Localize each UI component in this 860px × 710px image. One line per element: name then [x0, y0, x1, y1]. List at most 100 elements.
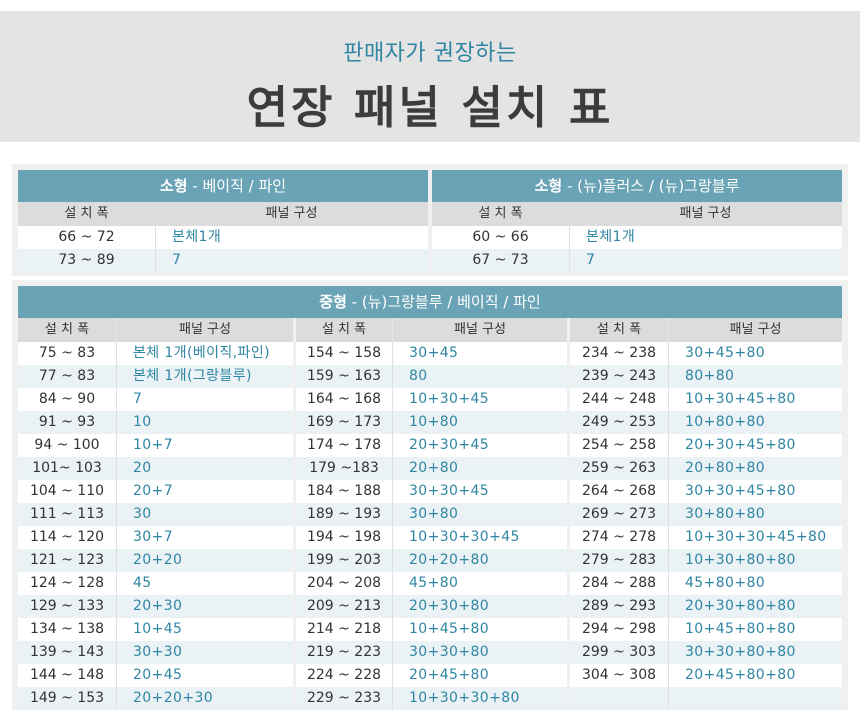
small-size-section: 소형 - 베이직 / 파인 설 치 폭 패널 구성 66 ~ 72 본체1개 73 … — [12, 164, 848, 276]
table-row: 259 ~ 263 20+80+80 — [570, 457, 842, 480]
small-plus-table: 소형 - (뉴)플러스 / (뉴)그랑블루 설 치 폭 패널 구성 60 ~ 6… — [432, 170, 842, 272]
panel-config-cell: 20 — [116, 457, 293, 480]
table-row: 214 ~ 218 10+45+80 — [296, 618, 567, 641]
table-row: 179 ~183 20+80 — [296, 457, 567, 480]
caption-size: 중형 — [319, 293, 347, 311]
install-width-cell: 274 ~ 278 — [581, 529, 657, 545]
table-row: 66 ~ 72 본체1개 — [18, 226, 428, 249]
install-width-cell: 164 ~ 168 — [306, 391, 382, 407]
table-row: 279 ~ 283 10+30+80+80 — [570, 549, 842, 572]
table-row: 164 ~ 168 10+30+45 — [296, 388, 567, 411]
table-row: 101~ 103 20 — [18, 457, 293, 480]
table-row: 84 ~ 90 7 — [18, 388, 293, 411]
install-width-cell: 169 ~ 173 — [306, 414, 382, 430]
medium-caption: 중형 - (뉴)그랑블루 / 베이직 / 파인 — [18, 286, 842, 318]
panel-config-cell: 10+30+80+80 — [668, 549, 842, 572]
install-width-cell: 67 ~ 73 — [472, 252, 529, 268]
install-width-cell: 209 ~ 213 — [306, 598, 382, 614]
small-plus-caption: 소형 - (뉴)플러스 / (뉴)그랑블루 — [432, 170, 842, 202]
col-header-width: 설 치 폭 — [478, 206, 523, 221]
table-row: 234 ~ 238 30+45+80 — [570, 342, 842, 365]
caption-size: 소형 — [534, 177, 563, 195]
table-row: 134 ~ 138 10+45 — [18, 618, 293, 641]
panel-config-cell: 30+45+80 — [668, 342, 842, 365]
install-width-cell: 194 ~ 198 — [306, 529, 382, 545]
install-width-cell: 249 ~ 253 — [581, 414, 657, 430]
table-row: 194 ~ 198 10+30+30+45 — [296, 526, 567, 549]
panel-config-cell: 20+20 — [116, 549, 293, 572]
panel-config-cell: 20+30 — [116, 595, 293, 618]
caption-models: - (뉴)플러스 / (뉴)그랑블루 — [562, 177, 740, 195]
install-width-cell: 224 ~ 228 — [306, 667, 382, 683]
table-row: 209 ~ 213 20+30+80 — [296, 595, 567, 618]
install-width-cell: 244 ~ 248 — [581, 391, 657, 407]
install-width-cell: 184 ~ 188 — [306, 483, 382, 499]
table-row: 184 ~ 188 30+30+45 — [296, 480, 567, 503]
install-width-cell: 219 ~ 223 — [306, 644, 382, 660]
table-row: 169 ~ 173 10+80 — [296, 411, 567, 434]
col-header-panel: 패널 구성 — [265, 206, 318, 221]
panel-config-cell: 30+7 — [116, 526, 293, 549]
table-row: 60 ~ 66 본체1개 — [432, 226, 842, 249]
table-row — [570, 687, 842, 710]
caption-size: 소형 — [159, 177, 188, 195]
panel-config-cell: 30+30+80 — [392, 641, 567, 664]
panel-config-cell: 10+30+30+80 — [392, 687, 567, 710]
panel-config-cell: 10+30+30+45 — [392, 526, 567, 549]
panel-config-cell: 45 — [116, 572, 293, 595]
install-width-cell: 101~ 103 — [32, 460, 102, 476]
table-row: 239 ~ 243 80+80 — [570, 365, 842, 388]
table-row: 139 ~ 143 30+30 — [18, 641, 293, 664]
table-row: 73 ~ 89 7 — [18, 249, 428, 272]
install-width-cell: 144 ~ 148 — [29, 667, 105, 683]
table-row: 289 ~ 293 20+30+80+80 — [570, 595, 842, 618]
panel-config-cell: 본체 1개(그랑블루) — [116, 365, 293, 388]
table-row: 154 ~ 158 30+45 — [296, 342, 567, 365]
page-header: 판매자가 권장하는 연장 패널 설치 표 — [0, 11, 860, 142]
panel-config-cell: 10+45+80 — [392, 618, 567, 641]
col-header-width: 설 치 폭 — [596, 322, 642, 337]
caption-models: - 베이직 / 파인 — [187, 177, 287, 195]
panel-config-cell: 10+30+30+45+80 — [668, 526, 842, 549]
panel-config-cell — [668, 687, 842, 710]
install-width-cell: 179 ~183 — [309, 460, 379, 476]
install-width-cell: 134 ~ 138 — [29, 621, 105, 637]
panel-config-cell: 10+80+80 — [668, 411, 842, 434]
page-title: 연장 패널 설치 표 — [246, 81, 614, 134]
col-header-width: 설 치 폭 — [44, 322, 90, 337]
panel-config-cell: 본체 1개(베이직,파인) — [116, 342, 293, 365]
caption-models: - (뉴)그랑블루 / 베이직 / 파인 — [346, 293, 541, 311]
panel-config-cell: 45+80+80 — [668, 572, 842, 595]
panel-config-cell: 30+30 — [116, 641, 293, 664]
panel-config-cell: 20+30+45 — [392, 434, 567, 457]
install-width-cell: 229 ~ 233 — [306, 690, 382, 706]
install-width-cell: 299 ~ 303 — [581, 644, 657, 660]
col-header-panel: 패널 구성 — [668, 318, 842, 342]
install-width-cell: 159 ~ 163 — [306, 368, 382, 384]
table-row: 274 ~ 278 10+30+30+45+80 — [570, 526, 842, 549]
install-width-cell: 304 ~ 308 — [581, 667, 657, 683]
install-width-cell: 279 ~ 283 — [581, 552, 657, 568]
table-row: 75 ~ 83 본체 1개(베이직,파인) — [18, 342, 293, 365]
install-width-cell: 124 ~ 128 — [29, 575, 105, 591]
panel-config-cell: 20+45+80+80 — [668, 664, 842, 687]
install-width-cell: 139 ~ 143 — [29, 644, 105, 660]
panel-config-cell: 20+30+80 — [392, 595, 567, 618]
panel-config-cell: 20+30+45+80 — [668, 434, 842, 457]
table-row: 94 ~ 100 10+7 — [18, 434, 293, 457]
table-row: 104 ~ 110 20+7 — [18, 480, 293, 503]
page-subtitle: 판매자가 권장하는 — [343, 41, 517, 66]
table-row: 249 ~ 253 10+80+80 — [570, 411, 842, 434]
panel-config-cell: 10+30+45 — [392, 388, 567, 411]
panel-config-cell: 10+80 — [392, 411, 567, 434]
panel-config-cell: 30+30+80+80 — [668, 641, 842, 664]
panel-config-cell: 20+45+80 — [392, 664, 567, 687]
install-width-cell: 269 ~ 273 — [581, 506, 657, 522]
table-header: 설 치 폭 패널 구성 — [432, 202, 842, 226]
panel-config-cell: 80 — [392, 365, 567, 388]
panel-config-cell: 30+45 — [392, 342, 567, 365]
panel-config-cell: 80+80 — [668, 365, 842, 388]
table-row: 269 ~ 273 30+80+80 — [570, 503, 842, 526]
install-width-cell: 66 ~ 72 — [58, 229, 115, 245]
table-row: 229 ~ 233 10+30+30+80 — [296, 687, 567, 710]
